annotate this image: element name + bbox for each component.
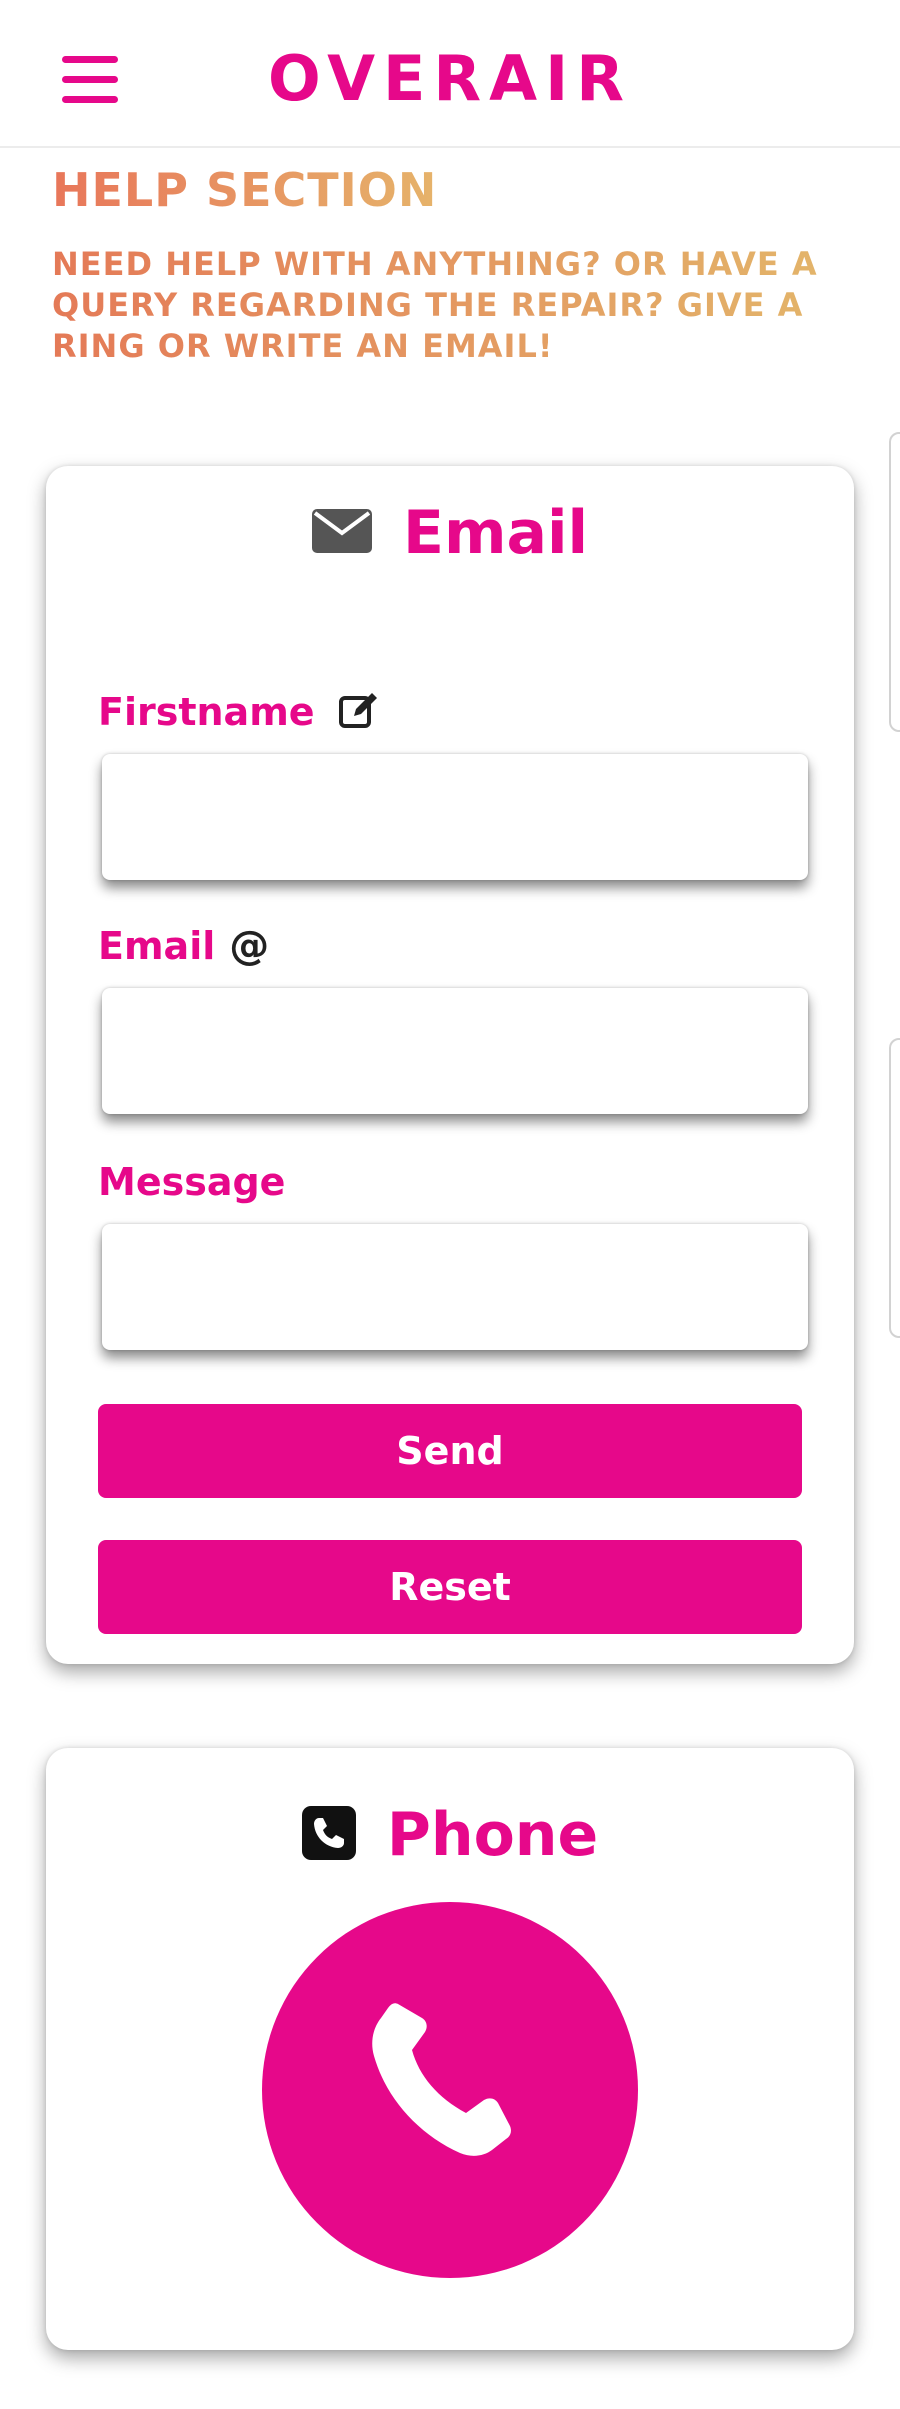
email-label-text: Email (98, 924, 216, 968)
phone-icon (372, 2003, 511, 2156)
email-card: Email Firstname Email @ Message Send Rese… (46, 466, 854, 1664)
envelope-icon (311, 509, 372, 557)
email-field[interactable] (102, 988, 808, 1114)
help-section-text: NEED HELP WITH ANYTHING? OR HAVE A QUERY… (52, 244, 872, 367)
firstname-label-text: Firstname (98, 690, 315, 734)
offscreen-card-edge (889, 432, 900, 732)
firstname-field[interactable] (102, 754, 808, 880)
firstname-label: Firstname (98, 690, 380, 739)
email-label: Email @ (98, 924, 269, 968)
phone-square-icon (301, 1806, 356, 1864)
phone-card: Phone (46, 1748, 854, 2350)
brand-logo[interactable]: OVERAIR (0, 44, 900, 114)
email-card-title: Email (402, 498, 589, 568)
phone-card-title: Phone (386, 1800, 599, 1870)
phone-card-header: Phone (46, 1800, 854, 1870)
message-label: Message (98, 1160, 285, 1204)
reset-button[interactable]: Reset (98, 1540, 802, 1634)
edit-icon (338, 690, 380, 739)
call-button[interactable] (262, 1902, 638, 2278)
help-section-title: HELP SECTION (52, 163, 438, 217)
message-field[interactable] (102, 1224, 808, 1350)
top-bar: OVERAIR (0, 0, 900, 148)
at-sign-icon: @ (229, 923, 270, 969)
message-label-text: Message (98, 1160, 286, 1204)
offscreen-card-edge (889, 1038, 900, 1338)
send-button[interactable]: Send (98, 1404, 802, 1498)
email-card-header: Email (46, 498, 854, 568)
